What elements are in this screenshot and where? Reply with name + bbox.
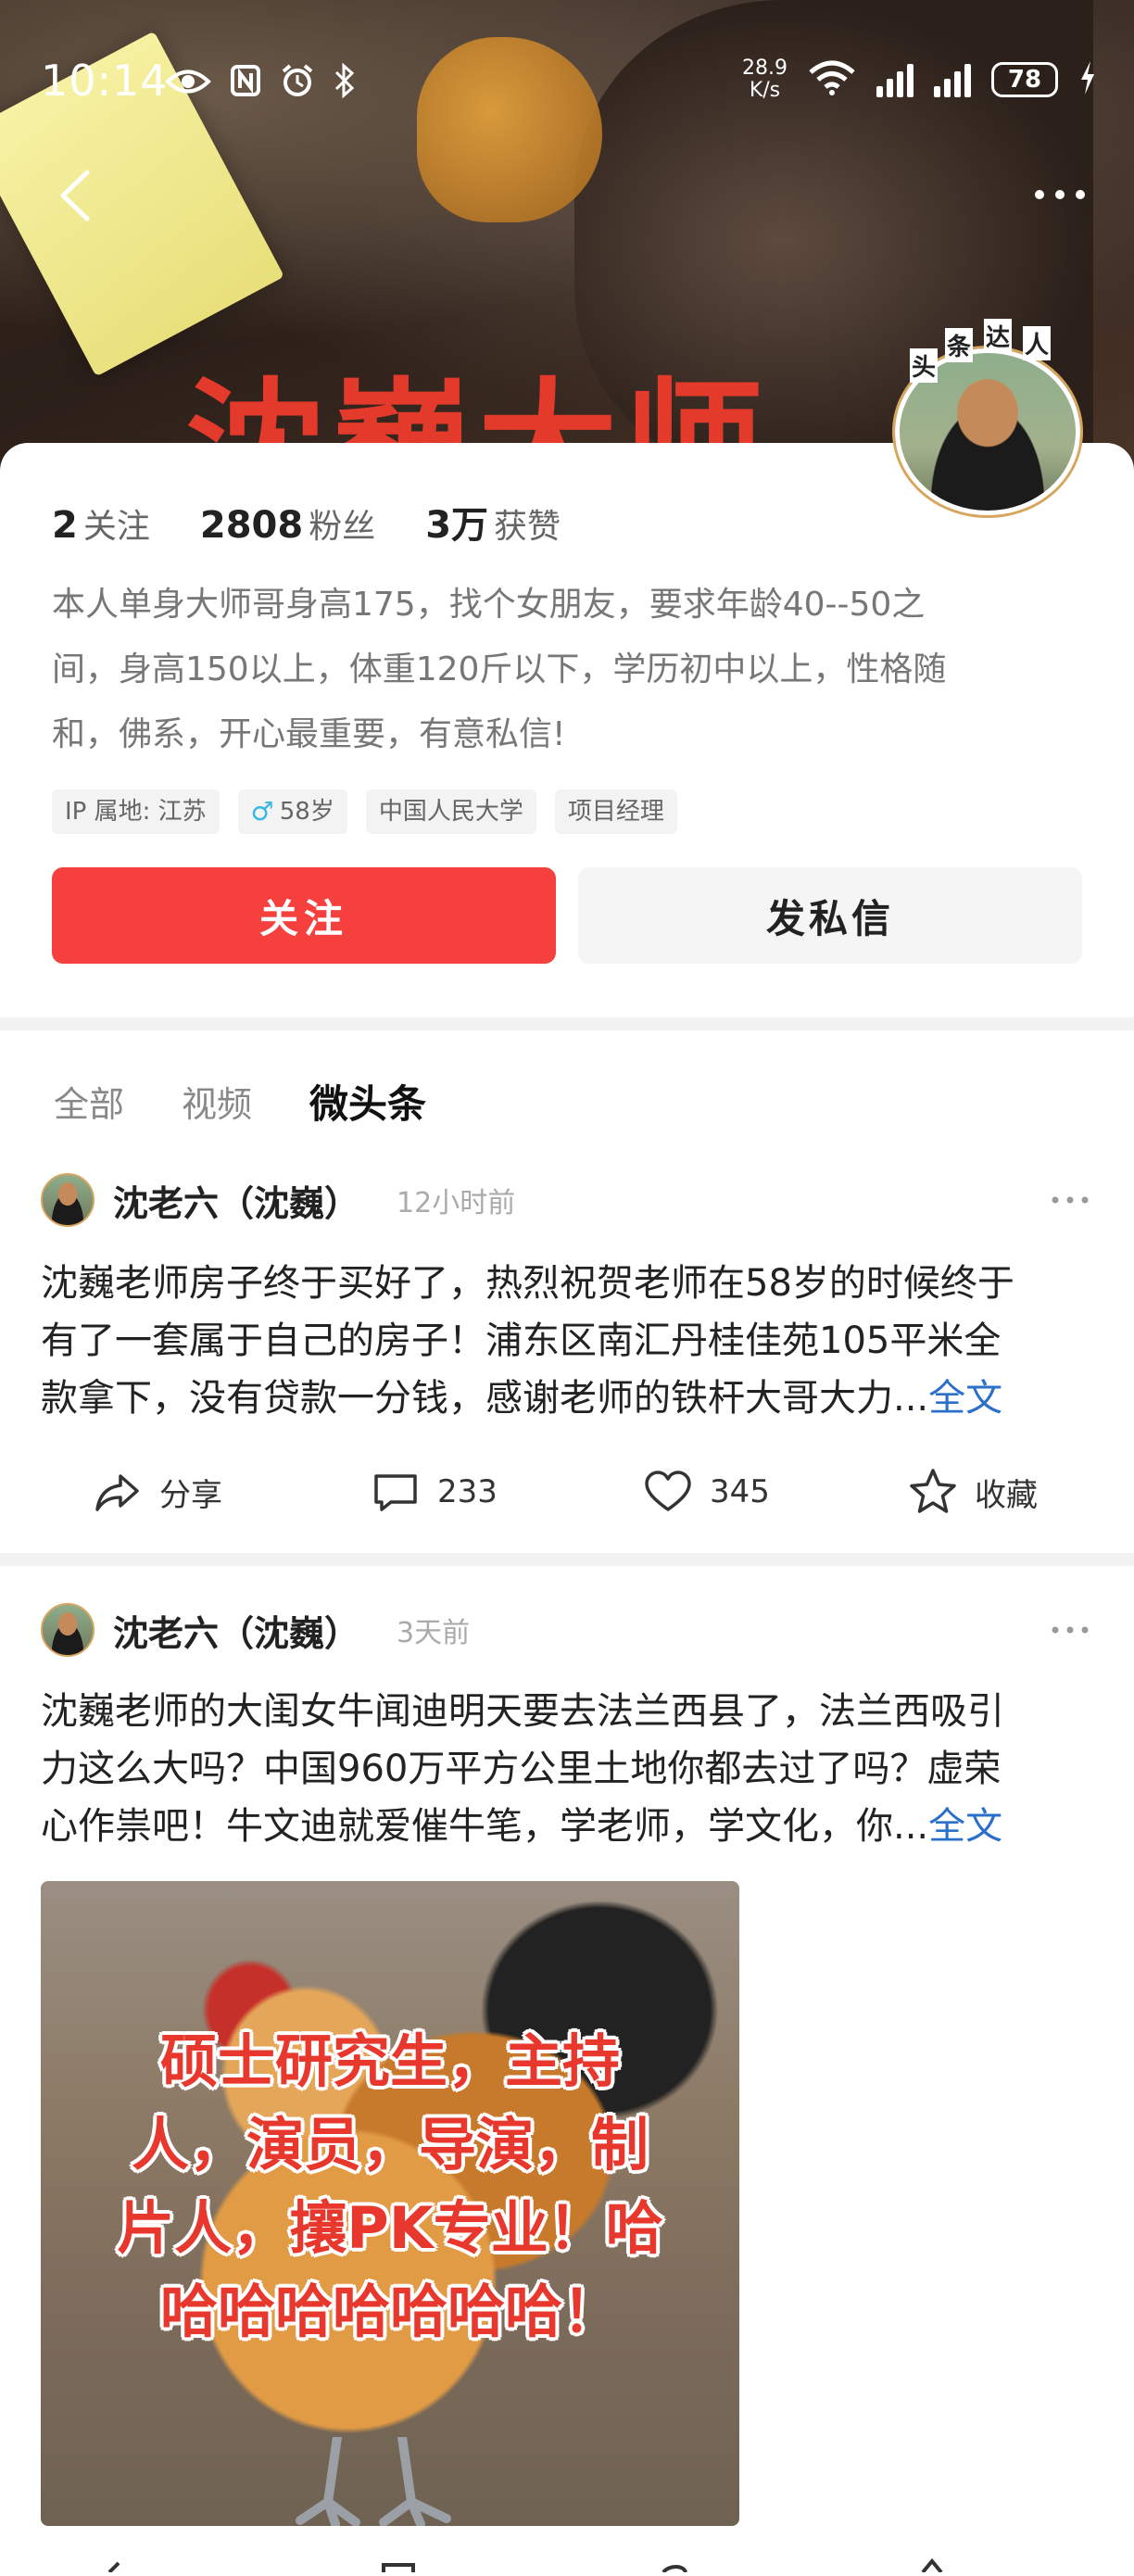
read-more-link[interactable]: 全文 <box>928 1377 1002 1420</box>
eye-icon <box>165 65 211 106</box>
battery-icon: 78 <box>991 62 1058 97</box>
back-button[interactable] <box>50 163 106 228</box>
ip-location-tag: IP 属地: 江苏 <box>52 789 220 834</box>
post-image[interactable]: 硕士研究生，主持 人，演员，导演，制 片人，攘PK专业！哈 哈哈哈哈哈哈哈！ <box>41 1881 739 2526</box>
post-divider <box>0 1553 1134 1566</box>
post-author-avatar[interactable] <box>41 1173 94 1227</box>
send-message-button[interactable]: 发私信 <box>578 867 1082 964</box>
comment-icon <box>374 1474 417 1511</box>
comment-button[interactable]: 233 <box>371 1455 498 1529</box>
status-right-icons: 28.9 K/s 78 <box>742 57 1097 102</box>
share-button[interactable]: 分享 <box>93 1455 222 1529</box>
status-left-icons <box>165 62 356 107</box>
school-tag[interactable]: 中国人民大学 <box>365 789 536 834</box>
creator-badge: 头 条 达 人 <box>910 317 1077 383</box>
profile-avatar[interactable]: 头 条 达 人 <box>891 319 1084 515</box>
post-time: 12小时前 <box>397 1187 516 1219</box>
profile-card: 2 关注 2808 粉丝 3万 获赞 本人单身大师哥身高175，找个女朋友，要求年龄4… <box>0 443 1134 1017</box>
profile-stats: 2 关注 2808 粉丝 3万 获赞 <box>52 495 561 549</box>
job-tag: 项目经理 <box>554 789 677 834</box>
male-icon: ♂ <box>250 796 274 827</box>
nfc-icon <box>230 64 261 106</box>
post-actions: 分享 233 345 收藏 <box>0 1455 1134 1529</box>
tab-all[interactable]: 全部 <box>54 1076 124 1127</box>
ellipsis-icon <box>1035 190 1085 199</box>
post-author-name[interactable]: 沈老六（沈巍） <box>113 1175 359 1226</box>
chicken-legs <box>296 2437 451 2526</box>
post-text[interactable]: 沈巍老师房子终于买好了，热烈祝贺老师在58岁的时候终于 有了一套属于自己的房子！… <box>41 1255 1093 1427</box>
follow-button[interactable]: 关注 <box>52 867 556 964</box>
age-tag: ♂ 58岁 <box>237 789 347 834</box>
profile-tags: IP 属地: 江苏 ♂ 58岁 中国人民大学 项目经理 <box>52 789 677 834</box>
collect-button[interactable]: 收藏 <box>908 1455 1038 1529</box>
post-more-button[interactable] <box>1047 1616 1093 1644</box>
status-time: 10:14 <box>41 56 169 106</box>
profile-bio: 本人单身大师哥身高175，找个女朋友，要求年龄40--50之 间，身高150以上… <box>52 586 947 753</box>
more-options-button[interactable] <box>1023 167 1097 222</box>
post-header: 沈老六（沈巍） 3天前 <box>41 1599 1093 1661</box>
post-text[interactable]: 沈巍老师的大闺女牛闻迪明天要去法兰西县了，法兰西吸引 力这么大吗？中国960万平… <box>41 1683 1093 1855</box>
charging-icon <box>1078 59 1097 100</box>
stat-likes[interactable]: 3万 获赞 <box>425 495 561 549</box>
signal-icon-2 <box>934 62 971 97</box>
action-icons-peek <box>107 2557 943 2574</box>
post-author-avatar[interactable] <box>41 1603 94 1657</box>
content-tabs: 全部 视频 微头条 <box>54 1073 426 1130</box>
ellipsis-icon <box>1052 1196 1089 1204</box>
star-icon <box>910 1469 956 1513</box>
tab-video[interactable]: 视频 <box>182 1076 252 1127</box>
post-actions-peek <box>0 2546 1134 2574</box>
share-icon <box>95 1474 139 1511</box>
stat-followers[interactable]: 2808 粉丝 <box>200 499 375 548</box>
ellipsis-icon <box>1052 1626 1089 1634</box>
signal-icon-1 <box>876 62 914 97</box>
post-time: 3天前 <box>397 1617 471 1649</box>
net-speed: 28.9 K/s <box>742 57 788 102</box>
wifi-icon <box>808 59 856 100</box>
bluetooth-icon <box>334 62 356 107</box>
stat-following[interactable]: 2 关注 <box>52 499 150 548</box>
status-bar: 10:14 28.9 K/s 78 <box>0 0 1134 167</box>
chevron-left-icon <box>60 170 90 221</box>
post-more-button[interactable] <box>1047 1186 1093 1214</box>
post-author-name[interactable]: 沈老六（沈巍） <box>113 1605 359 1656</box>
section-divider <box>0 1017 1134 1030</box>
read-more-link[interactable]: 全文 <box>928 1805 1002 1848</box>
post-header: 沈老六（沈巍） 12小时前 <box>41 1169 1093 1231</box>
like-button[interactable]: 345 <box>643 1455 770 1529</box>
alarm-icon <box>280 63 315 107</box>
heart-icon <box>645 1471 691 1511</box>
image-caption: 硕士研究生，主持 人，演员，导演，制 片人，攘PK专业！哈 哈哈哈哈哈哈哈！ <box>117 2027 663 2345</box>
tab-micro-posts[interactable]: 微头条 <box>309 1073 426 1130</box>
